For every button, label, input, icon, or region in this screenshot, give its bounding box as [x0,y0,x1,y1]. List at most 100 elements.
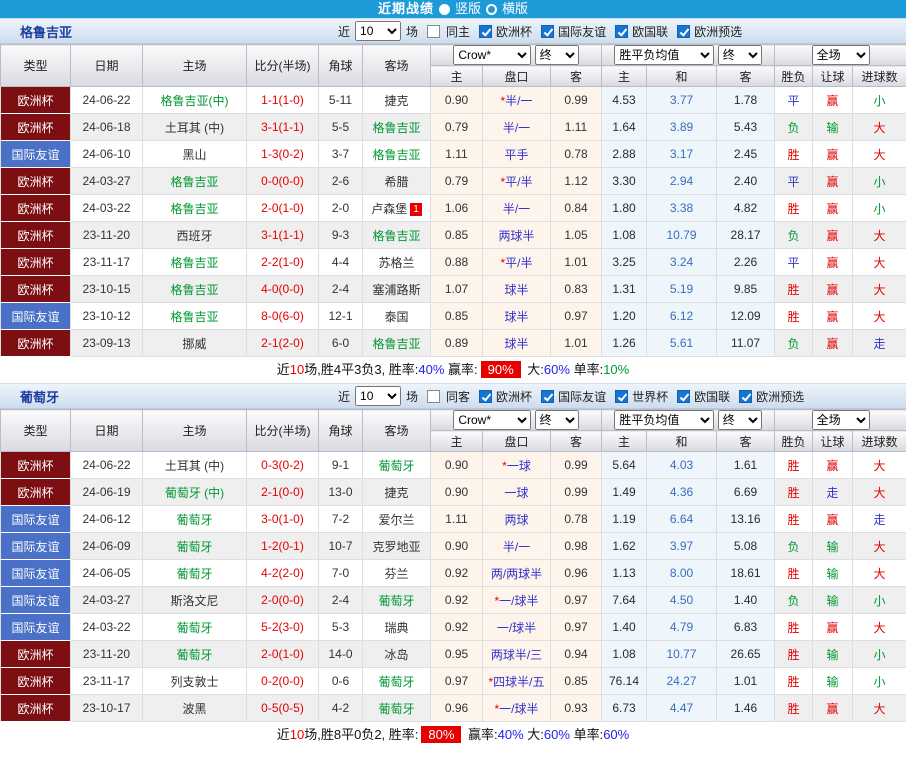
layout-vertical-radio[interactable] [439,4,450,15]
match-type-badge: 欧洲杯 [1,249,71,276]
avg-group-header: 胜平负均值 终 [602,45,775,66]
same-venue-checkbox[interactable] [427,390,440,403]
match-row: 欧洲杯23-11-20葡萄牙2-0(1-0)14-0冰岛0.95两球半/三0.9… [1,641,906,668]
col-handicap-result: 让球 [813,66,853,87]
home-team: 葡萄牙 [143,560,247,587]
home-team-name: 格鲁吉亚 [170,283,218,297]
avg-final-select[interactable]: 终 [718,45,762,65]
away-team-name: 葡萄牙 [378,702,414,716]
competition-label: 欧洲预选 [694,23,742,40]
competition-checkbox[interactable] [739,390,752,403]
match-date: 24-03-27 [71,587,143,614]
range-select[interactable]: 全场 [812,410,870,430]
avg-away-odds: 11.07 [717,330,775,357]
avg-draw-odds: 4.79 [647,614,717,641]
home-odds: 0.85 [431,222,483,249]
result-outcome: 平 [775,249,813,276]
avg-odds-select[interactable]: 胜平负均值 [614,45,714,65]
avg-away-odds: 1.01 [717,668,775,695]
result-outcome: 负 [775,114,813,141]
competition-checkbox[interactable] [479,25,492,38]
home-odds: 0.90 [431,479,483,506]
goals-outcome: 小 [853,641,906,668]
home-team-name: 格鲁吉亚 [170,310,218,324]
home-team-name: 格鲁吉亚 [170,256,218,270]
competition-checkbox[interactable] [615,390,628,403]
half-time-score: (0-0) [279,593,304,607]
summary-part: 单率: [570,362,603,377]
avg-away-odds: 18.61 [717,560,775,587]
summary-part: 60% [603,727,629,742]
handicap-outcome: 赢 [813,695,853,722]
result-outcome: 负 [775,587,813,614]
competition-checkbox[interactable] [541,25,554,38]
portugal-summary: 近10场,胜8平0负2, 胜率:80% 赢率:40% 大:60% 单率:60% [0,722,906,748]
match-type-badge: 国际友谊 [1,560,71,587]
full-time-score: 2-2 [261,255,278,269]
odds-final-select[interactable]: 终 [535,45,579,65]
match-date: 23-11-20 [71,641,143,668]
avg-away-odds: 13.16 [717,506,775,533]
competition-checkbox[interactable] [677,390,690,403]
half-time-score: (0-2) [279,458,304,472]
match-score: 0-5(0-5) [247,695,319,722]
section-header: 格鲁吉亚 近10场同主欧洲杯国际友谊欧国联欧洲预选 [0,18,906,44]
recent-count-select[interactable]: 10 [355,21,401,41]
match-type-badge: 欧洲杯 [1,222,71,249]
handicap-line: 球半 [483,303,551,330]
col-result: 胜负 [775,66,813,87]
layout-horizontal-label[interactable]: 横版 [502,0,528,18]
match-date: 24-06-05 [71,560,143,587]
home-team-name: 土耳其 (中) [165,459,224,473]
match-type-badge: 国际友谊 [1,303,71,330]
corner-count: 9-3 [319,222,363,249]
away-team: 瑞典 [363,614,431,641]
home-team: 葡萄牙 [143,614,247,641]
col-avg-away: 客 [717,66,775,87]
match-type-badge: 国际友谊 [1,506,71,533]
odds-source-select[interactable]: Crow* [453,45,531,65]
avg-home-odds: 1.80 [602,195,647,222]
range-select[interactable]: 全场 [812,45,870,65]
match-date: 24-06-12 [71,506,143,533]
result-outcome: 胜 [775,614,813,641]
avg-away-odds: 6.83 [717,614,775,641]
odds-source-select[interactable]: Crow* [453,410,531,430]
handicap-line: 球半 [483,276,551,303]
home-team-name: 黑山 [182,148,206,162]
summary-part: 40% [498,727,524,742]
competition-label: 国际友谊 [558,388,606,405]
home-team: 格鲁吉亚 [143,168,247,195]
match-date: 24-06-19 [71,479,143,506]
handicap-outcome: 赢 [813,452,853,479]
result-outcome: 胜 [775,695,813,722]
away-team-name: 爱尔兰 [378,513,414,527]
corner-count: 9-1 [319,452,363,479]
handicap-line: *一/球半 [483,695,551,722]
avg-away-odds: 1.46 [717,695,775,722]
section-georgia: 格鲁吉亚 近10场同主欧洲杯国际友谊欧国联欧洲预选 类型 日期 主场 比分(半场… [0,18,906,383]
match-date: 23-11-17 [71,668,143,695]
same-venue-checkbox[interactable] [427,25,440,38]
summary-part: 近 [277,727,290,742]
layout-horizontal-radio[interactable] [486,4,497,15]
away-team: 格鲁吉亚 [363,222,431,249]
red-card-badge: 1 [410,203,422,216]
result-outcome: 胜 [775,560,813,587]
away-team-name: 苏格兰 [378,256,414,270]
away-odds: 0.97 [551,587,602,614]
avg-odds-select[interactable]: 胜平负均值 [614,410,714,430]
competition-checkbox[interactable] [541,390,554,403]
avg-draw-odds: 3.77 [647,87,717,114]
competition-checkbox[interactable] [479,390,492,403]
competition-checkbox[interactable] [615,25,628,38]
match-type-badge: 欧洲杯 [1,695,71,722]
full-time-score: 3-1 [261,120,278,134]
layout-vertical-label[interactable]: 竖版 [455,0,481,18]
avg-final-select[interactable]: 终 [718,410,762,430]
match-score: 1-1(1-0) [247,87,319,114]
odds-final-select[interactable]: 终 [535,410,579,430]
away-team-name: 克罗地亚 [372,540,420,554]
competition-checkbox[interactable] [677,25,690,38]
recent-count-select[interactable]: 10 [355,386,401,406]
